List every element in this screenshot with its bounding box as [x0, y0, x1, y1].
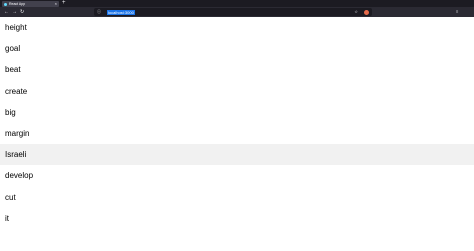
new-tab-button[interactable]: +	[62, 0, 66, 7]
list-item[interactable]: beat	[0, 59, 474, 80]
list-item[interactable]: create	[0, 81, 474, 102]
list-item[interactable]: develop	[0, 165, 474, 186]
list-item[interactable]: it	[0, 208, 474, 229]
back-button[interactable]: ←	[4, 8, 9, 16]
react-favicon-icon	[4, 2, 7, 6]
menu-icon[interactable]: ≡	[456, 8, 458, 16]
reload-button[interactable]: ↻	[20, 8, 24, 16]
list-item[interactable]: goal	[0, 38, 474, 59]
list-item[interactable]: height	[0, 17, 474, 38]
site-info-icon[interactable]: ⓘ	[97, 9, 101, 15]
word-list: height goal beat create big margin Israeli deve…	[0, 17, 474, 229]
list-item[interactable]: Israeli	[0, 144, 474, 166]
bookmark-star-icon[interactable]: ☆	[354, 9, 358, 15]
address-text[interactable]: localhost:3000	[107, 9, 135, 15]
list-item[interactable]: margin	[0, 123, 474, 144]
list-item[interactable]: big	[0, 102, 474, 123]
list-item[interactable]: cut	[0, 187, 474, 208]
forward-button[interactable]: →	[12, 8, 17, 16]
browser-chrome: React App × + ← → ↻ ⓘ localhost:3000 ☆ ≡	[0, 0, 474, 17]
address-bar[interactable]: ⓘ localhost:3000 ☆	[94, 8, 372, 16]
tab-strip: React App × +	[0, 0, 474, 7]
navigation-toolbar: ← → ↻ ⓘ localhost:3000 ☆ ≡	[0, 7, 474, 17]
extension-icon[interactable]	[364, 9, 369, 15]
